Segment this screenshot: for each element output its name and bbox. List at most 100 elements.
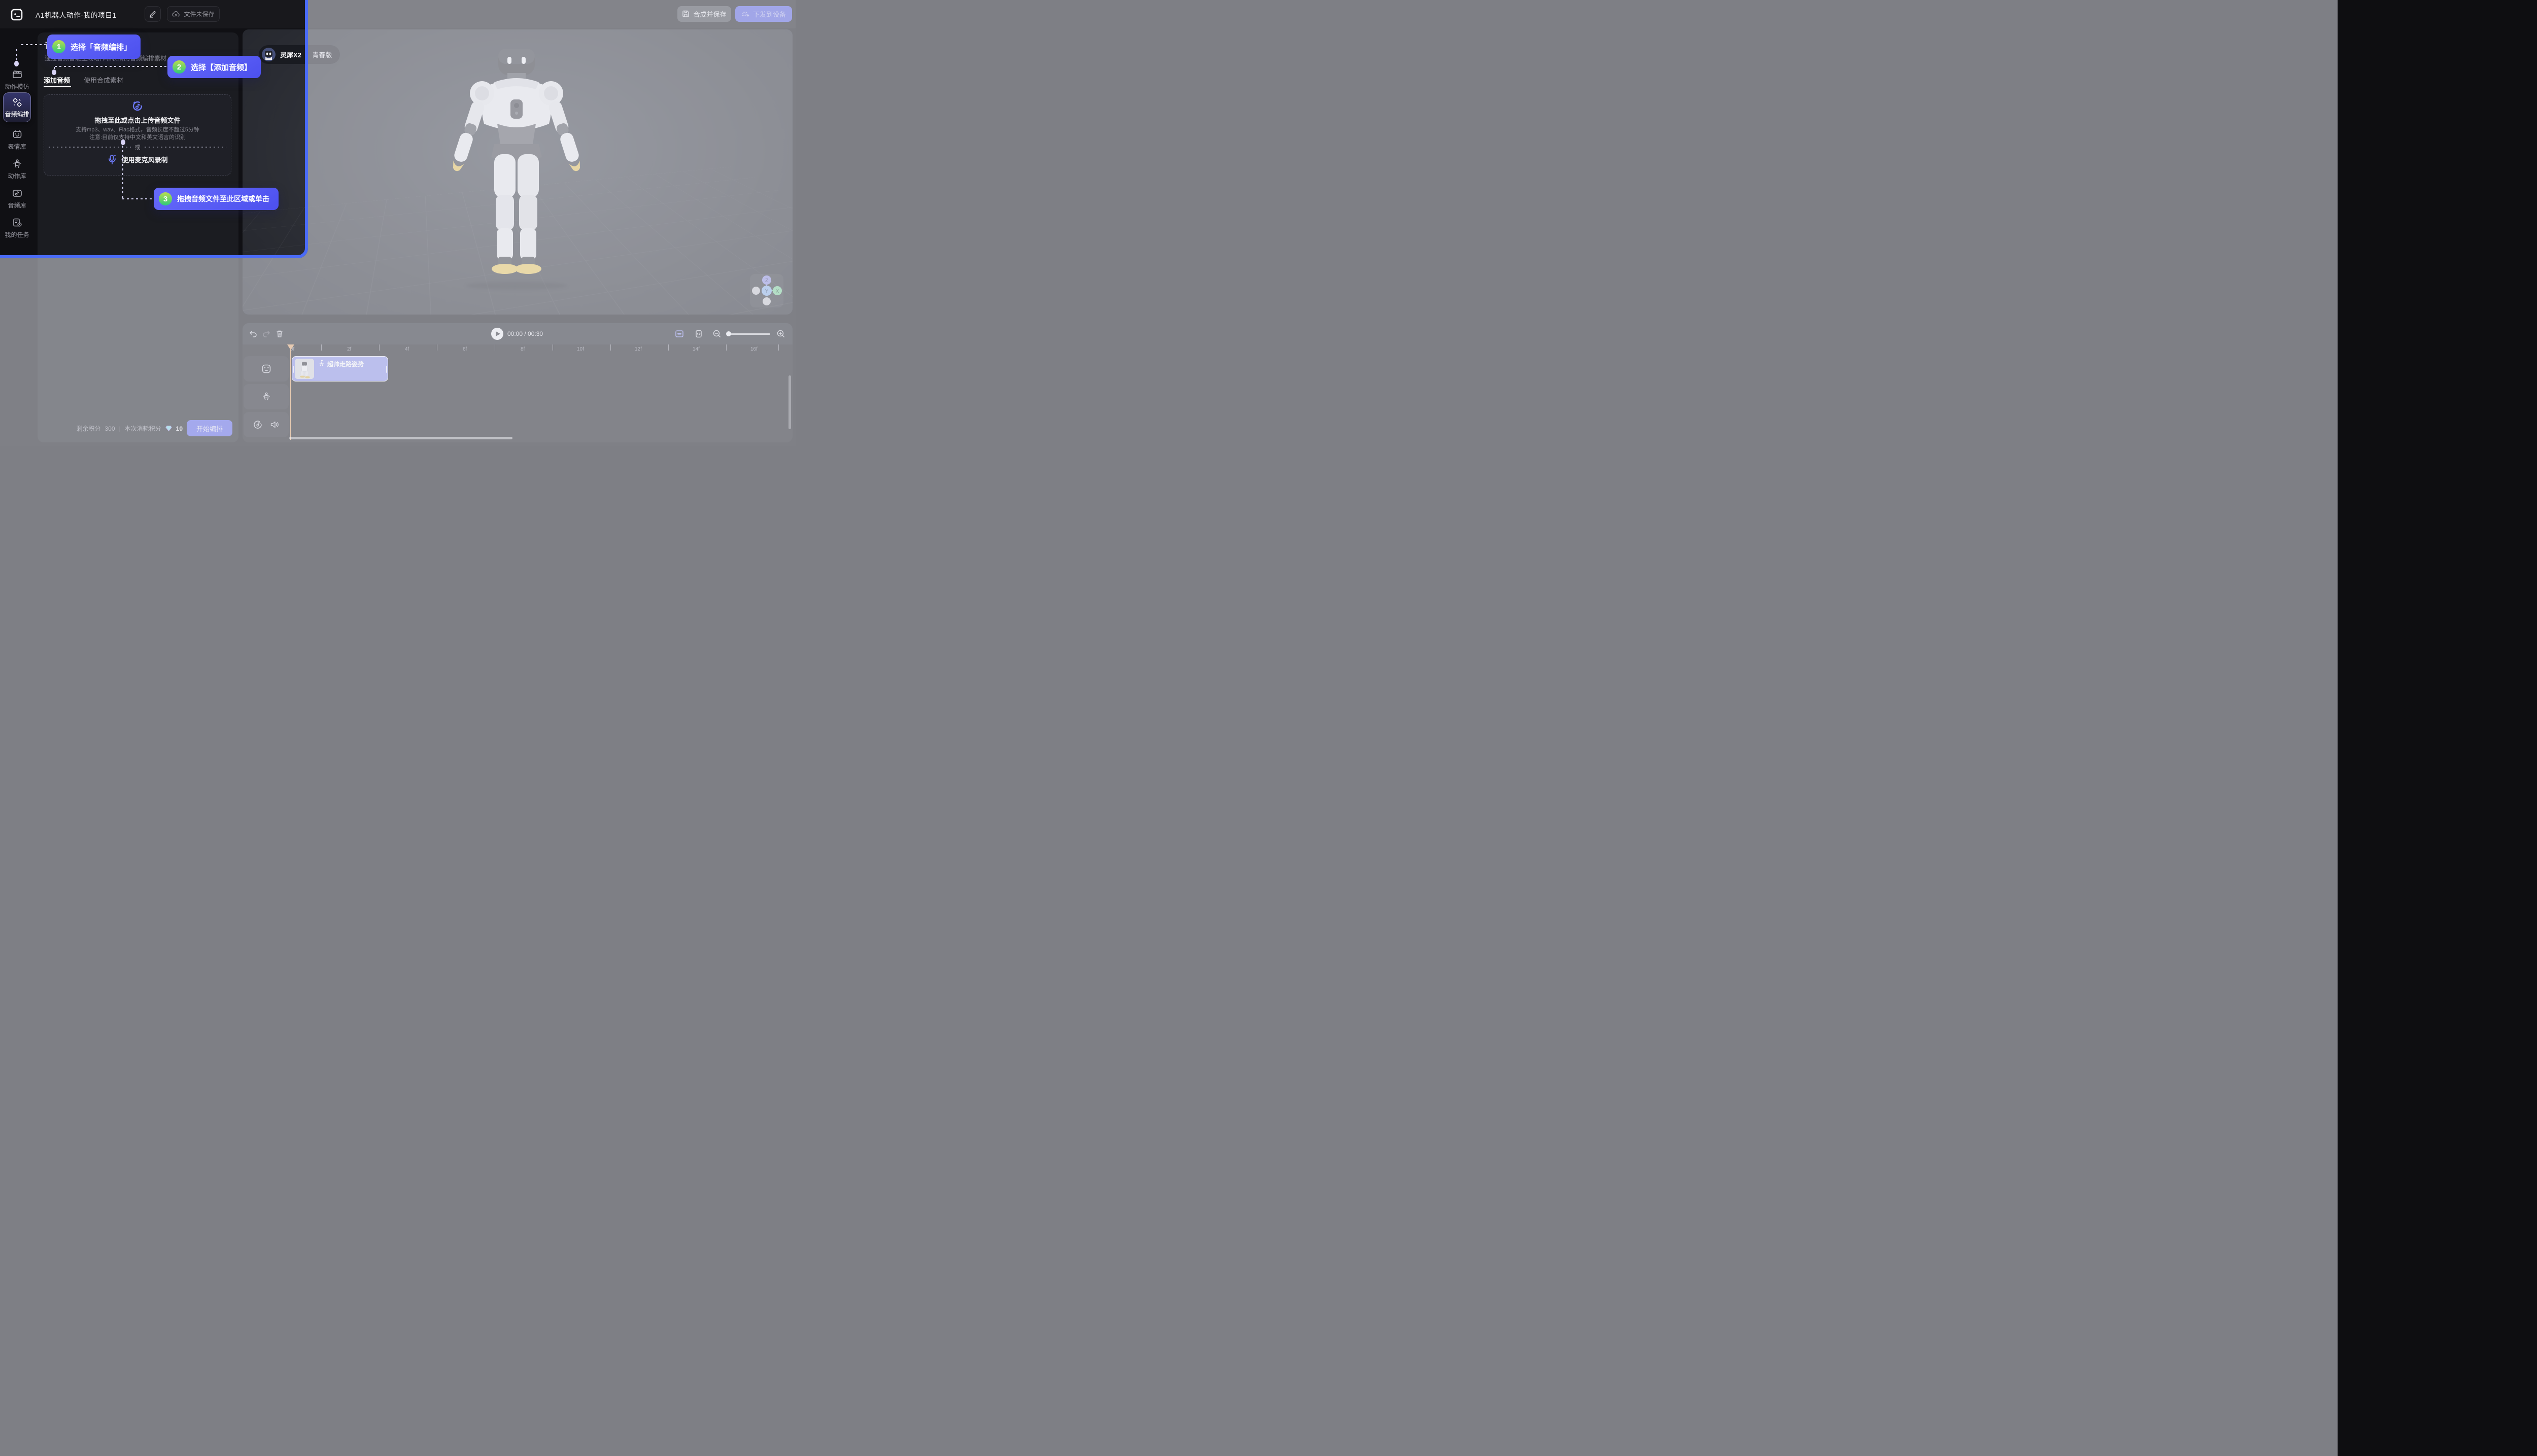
ruler-tick [778, 344, 779, 351]
timeline-panel: 00:00 / 00:30 0f 2f 4f 6f [243, 323, 793, 442]
record-with-mic-button[interactable]: 使用麦克风录制 [44, 154, 231, 165]
ruler-label: 4f [405, 346, 409, 352]
sidebar-item-action-library[interactable]: 动作库 [0, 158, 34, 180]
volume-icon[interactable] [270, 420, 280, 429]
or-label: 或 [135, 143, 141, 151]
expression-track-header[interactable] [244, 356, 289, 382]
step-1-badge: 1 [52, 40, 65, 53]
sidebar-item-audio-library[interactable]: 音频库 [0, 188, 34, 210]
undo-icon[interactable] [249, 329, 258, 338]
app-root: A1机器人动作-我的项目1 文件未保存 合成并保存 [0, 0, 796, 446]
save-button-label: 合成并保存 [693, 9, 726, 19]
audio-track-header[interactable] [244, 412, 289, 437]
task-list-icon [12, 217, 23, 228]
or-divider: 或 [49, 144, 226, 150]
active-tab-underline [44, 86, 71, 87]
action-clip[interactable]: 超帅走路姿势 [292, 356, 388, 382]
robot-model-chip[interactable]: 灵犀X2 | 青春版 [259, 45, 340, 64]
axis-gizmo[interactable]: Z X Y [750, 274, 783, 307]
ruler-label: 12f [635, 346, 642, 352]
tab-add-audio[interactable]: 添加音频 [44, 75, 70, 85]
playback-time: 00:00 / 00:30 [507, 330, 543, 337]
step-3-badge: 3 [159, 192, 172, 205]
upload-note: 注意:目前仅支持中文和英文语言的识别 [44, 133, 231, 141]
timeline-zoom-slider[interactable] [728, 333, 770, 335]
sidebar-label: 表情库 [8, 143, 26, 150]
remaining-credits-value: 300 [105, 425, 115, 432]
upload-formats: 支持mp3、wav、Flac格式，音频长度不超过5分钟 [44, 125, 231, 133]
sidebar-label: 音频编排 [5, 111, 29, 118]
ruler-label: 8f [521, 346, 525, 352]
step-2-badge: 2 [173, 60, 186, 74]
divider-line [145, 147, 227, 148]
timeline-zoom-slider-knob[interactable] [726, 331, 731, 336]
credits-bar: 剩余积分 300 | 本次消耗积分 10 [46, 424, 183, 433]
file-unsaved-label: 文件未保存 [184, 10, 214, 18]
clip-title-row: 超帅走路姿势 [319, 360, 364, 368]
save-and-merge-button[interactable]: 合成并保存 [677, 6, 731, 22]
sidebar-item-my-tasks[interactable]: 我的任务 [0, 217, 34, 239]
fit-timeline-icon[interactable] [675, 329, 684, 338]
playhead-handle[interactable] [287, 344, 294, 350]
sidebar: 动作模仿 音频编排 表情库 动作库 [0, 28, 34, 446]
step-3-text: 拖拽音频文件至此区域或单击 [177, 194, 269, 204]
action-track-header[interactable] [244, 384, 289, 409]
ruler-label: 16f [750, 346, 758, 352]
delete-icon[interactable] [275, 329, 284, 338]
robot-avatar [262, 48, 276, 61]
fit-width-icon[interactable] [694, 329, 703, 338]
clapperboard-icon [12, 69, 23, 80]
step-2-text: 选择【添加音频】 [191, 62, 252, 73]
ruler-label: 10f [577, 346, 584, 352]
zoom-in-icon[interactable] [776, 329, 785, 338]
ruler-label: 14f [693, 346, 700, 352]
save-icon [682, 10, 690, 18]
sidebar-item-motion-imitation[interactable]: 动作模仿 [0, 69, 34, 91]
footer-divider: | [119, 425, 121, 432]
rename-project-button[interactable] [145, 6, 161, 22]
playhead[interactable] [290, 344, 291, 440]
gizmo-z-label: Z [765, 278, 768, 284]
clip-trim-handle-right[interactable] [386, 366, 387, 373]
sidebar-item-audio-arrange[interactable]: 音频编排 [3, 92, 31, 122]
gizmo-y-label: Y [765, 288, 769, 294]
start-arrange-label: 开始编排 [196, 424, 223, 433]
credit-gem-icon [165, 425, 172, 432]
robot-name: 灵犀X2 [280, 50, 301, 59]
ruler-tick [379, 344, 380, 351]
zoom-out-icon[interactable] [712, 329, 722, 338]
sidebar-label: 我的任务 [5, 231, 29, 238]
redo-icon[interactable] [262, 329, 271, 338]
ruler-tick [321, 344, 322, 351]
clip-title: 超帅走路姿势 [327, 360, 364, 368]
app-logo-icon [10, 7, 24, 21]
tutorial-step-3: 3 拖拽音频文件至此区域或单击 [154, 188, 279, 210]
ruler-tick [726, 344, 727, 351]
ruler-label: 6f [463, 346, 467, 352]
deploy-to-device-button[interactable]: 下发到设备 [735, 6, 792, 22]
upload-title: 拖拽至此或点击上传音频文件 [44, 115, 231, 125]
robot-model[interactable] [445, 40, 588, 293]
tab-use-synth-material[interactable]: 使用合成素材 [84, 75, 123, 85]
play-button[interactable] [491, 328, 503, 340]
sidebar-label: 动作库 [8, 172, 26, 180]
start-arrange-button[interactable]: 开始编排 [187, 420, 232, 436]
clip-trim-handle-left[interactable] [293, 366, 294, 373]
tutorial-step-2: 2 选择【添加音频】 [167, 56, 261, 78]
sidebar-item-expression-library[interactable]: 表情库 [0, 129, 34, 151]
timeline-horizontal-scrollbar[interactable] [289, 437, 512, 439]
play-icon [496, 331, 500, 336]
clip-thumbnail [295, 359, 314, 379]
pencil-icon [149, 11, 156, 18]
mic-label: 使用麦克风录制 [121, 155, 167, 164]
chip-divider: | [306, 51, 307, 58]
timeline-vertical-scrollbar[interactable] [788, 375, 791, 429]
audio-arrange-icon [12, 97, 22, 108]
cost-credits-value: 10 [176, 425, 183, 432]
robot-3d-viewport[interactable]: 灵犀X2 | 青春版 Z X Y [243, 29, 793, 315]
ruler-label: 2f [347, 346, 351, 352]
sidebar-label: 音频库 [8, 202, 26, 209]
upload-audio-icon [131, 99, 144, 113]
person-icon [12, 158, 23, 169]
robot-edition: 青春版 [312, 50, 332, 59]
